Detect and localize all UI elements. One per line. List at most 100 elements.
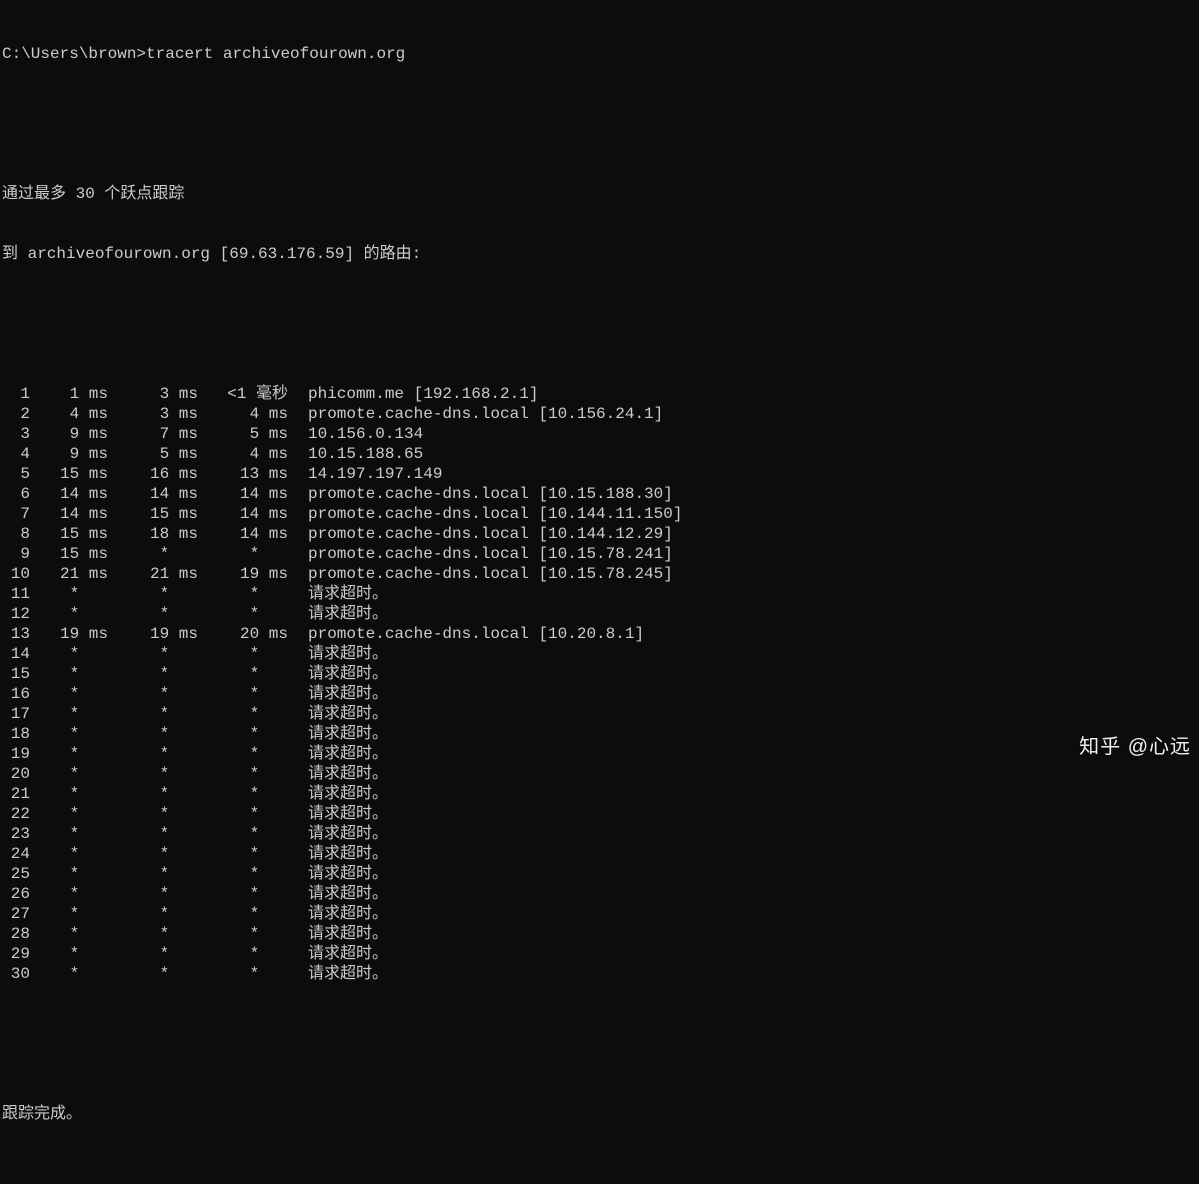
hop-destination: 10.15.188.65: [288, 444, 423, 464]
hops-list: 11 ms3 ms<1 毫秒phicomm.me [192.168.2.1]24…: [0, 384, 1199, 984]
hop-number: 18: [0, 724, 30, 744]
hop-time-2: *: [108, 944, 198, 964]
hop-row: 1319 ms19 ms20 mspromote.cache-dns.local…: [0, 624, 1199, 644]
hop-time-1: *: [30, 604, 108, 624]
hop-number: 2: [0, 404, 30, 424]
watermark-text: 知乎 @心远: [1079, 735, 1191, 760]
hop-destination: 请求超时。: [288, 924, 388, 944]
hop-destination: 请求超时。: [288, 784, 388, 804]
hop-time-1: 1 ms: [30, 384, 108, 404]
hop-row: 49 ms5 ms4 ms10.15.188.65: [0, 444, 1199, 464]
hop-row: 30* * * 请求超时。: [0, 964, 1199, 984]
hop-row: 23* * * 请求超时。: [0, 824, 1199, 844]
hop-time-2: *: [108, 904, 198, 924]
hop-time-2: 15 ms: [108, 504, 198, 524]
prompt-text: C:\Users\brown>: [2, 45, 146, 63]
hop-row: 614 ms14 ms14 mspromote.cache-dns.local …: [0, 484, 1199, 504]
hop-time-2: *: [108, 704, 198, 724]
hop-time-1: *: [30, 584, 108, 604]
hop-destination: promote.cache-dns.local [10.144.11.150]: [288, 504, 682, 524]
hop-time-2: *: [108, 764, 198, 784]
hop-time-1: *: [30, 644, 108, 664]
hop-row: 25* * * 请求超时。: [0, 864, 1199, 884]
hop-destination: phicomm.me [192.168.2.1]: [288, 384, 538, 404]
hop-number: 12: [0, 604, 30, 624]
hop-number: 29: [0, 944, 30, 964]
hop-row: 815 ms18 ms14 mspromote.cache-dns.local …: [0, 524, 1199, 544]
hop-destination: promote.cache-dns.local [10.15.78.241]: [288, 544, 673, 564]
hop-time-3: 5 ms: [198, 424, 288, 444]
hop-time-1: *: [30, 884, 108, 904]
hop-time-3: 14 ms: [198, 484, 288, 504]
command-line: C:\Users\brown>tracert archiveofourown.o…: [0, 44, 1199, 64]
hop-time-3: 14 ms: [198, 504, 288, 524]
hop-time-2: *: [108, 724, 198, 744]
hop-destination: 请求超时。: [288, 684, 388, 704]
hop-row: 11* * * 请求超时。: [0, 584, 1199, 604]
hop-row: 15* * * 请求超时。: [0, 664, 1199, 684]
hop-row: 27* * * 请求超时。: [0, 904, 1199, 924]
hop-row: 19* * * 请求超时。: [0, 744, 1199, 764]
hop-time-3: 19 ms: [198, 564, 288, 584]
hop-number: 8: [0, 524, 30, 544]
hop-destination: 请求超时。: [288, 664, 388, 684]
hop-number: 20: [0, 764, 30, 784]
hop-time-2: 18 ms: [108, 524, 198, 544]
hop-destination: 请求超时。: [288, 724, 388, 744]
hop-time-1: *: [30, 924, 108, 944]
hop-number: 4: [0, 444, 30, 464]
hop-time-3: 13 ms: [198, 464, 288, 484]
hop-time-3: *: [198, 604, 288, 624]
hop-time-3: *: [198, 644, 288, 664]
hop-time-1: 14 ms: [30, 484, 108, 504]
hop-time-3: *: [198, 924, 288, 944]
hop-time-1: *: [30, 784, 108, 804]
hop-time-3: 4 ms: [198, 444, 288, 464]
hop-number: 15: [0, 664, 30, 684]
header-line-2: 到 archiveofourown.org [69.63.176.59] 的路由…: [2, 244, 1199, 264]
hop-number: 3: [0, 424, 30, 444]
hop-time-2: 3 ms: [108, 404, 198, 424]
hop-number: 27: [0, 904, 30, 924]
hop-destination: promote.cache-dns.local [10.15.188.30]: [288, 484, 673, 504]
hop-number: 13: [0, 624, 30, 644]
hop-number: 23: [0, 824, 30, 844]
hop-time-3: *: [198, 544, 288, 564]
hop-number: 16: [0, 684, 30, 704]
hop-time-2: *: [108, 784, 198, 804]
hop-number: 7: [0, 504, 30, 524]
hop-time-1: 15 ms: [30, 464, 108, 484]
hop-row: 28* * * 请求超时。: [0, 924, 1199, 944]
hop-time-3: *: [198, 724, 288, 744]
hop-time-2: *: [108, 584, 198, 604]
hop-time-1: *: [30, 664, 108, 684]
hop-row: 714 ms15 ms14 mspromote.cache-dns.local …: [0, 504, 1199, 524]
hop-time-1: *: [30, 804, 108, 824]
hop-destination: promote.cache-dns.local [10.20.8.1]: [288, 624, 644, 644]
hop-time-2: *: [108, 964, 198, 984]
hop-row: 16* * * 请求超时。: [0, 684, 1199, 704]
hop-destination: 请求超时。: [288, 644, 388, 664]
hop-row: 17* * * 请求超时。: [0, 704, 1199, 724]
hop-row: 21* * * 请求超时。: [0, 784, 1199, 804]
hop-time-2: *: [108, 884, 198, 904]
hop-time-1: 9 ms: [30, 424, 108, 444]
hop-time-1: 14 ms: [30, 504, 108, 524]
hop-destination: 请求超时。: [288, 964, 388, 984]
hop-destination: promote.cache-dns.local [10.156.24.1]: [288, 404, 663, 424]
hop-destination: 请求超时。: [288, 904, 388, 924]
hop-row: 24* * * 请求超时。: [0, 844, 1199, 864]
terminal-output[interactable]: C:\Users\brown>tracert archiveofourown.o…: [0, 4, 1199, 1184]
hop-time-3: *: [198, 764, 288, 784]
hop-time-3: *: [198, 584, 288, 604]
hop-time-2: 19 ms: [108, 624, 198, 644]
hop-destination: 请求超时。: [288, 744, 388, 764]
command-text: tracert archiveofourown.org: [146, 45, 405, 63]
tracert-header: 通过最多 30 个跃点跟踪 到 archiveofourown.org [69.…: [0, 144, 1199, 304]
hop-number: 28: [0, 924, 30, 944]
hop-number: 11: [0, 584, 30, 604]
hop-time-1: *: [30, 824, 108, 844]
hop-row: 1021 ms21 ms19 mspromote.cache-dns.local…: [0, 564, 1199, 584]
hop-time-1: 9 ms: [30, 444, 108, 464]
hop-time-2: *: [108, 684, 198, 704]
